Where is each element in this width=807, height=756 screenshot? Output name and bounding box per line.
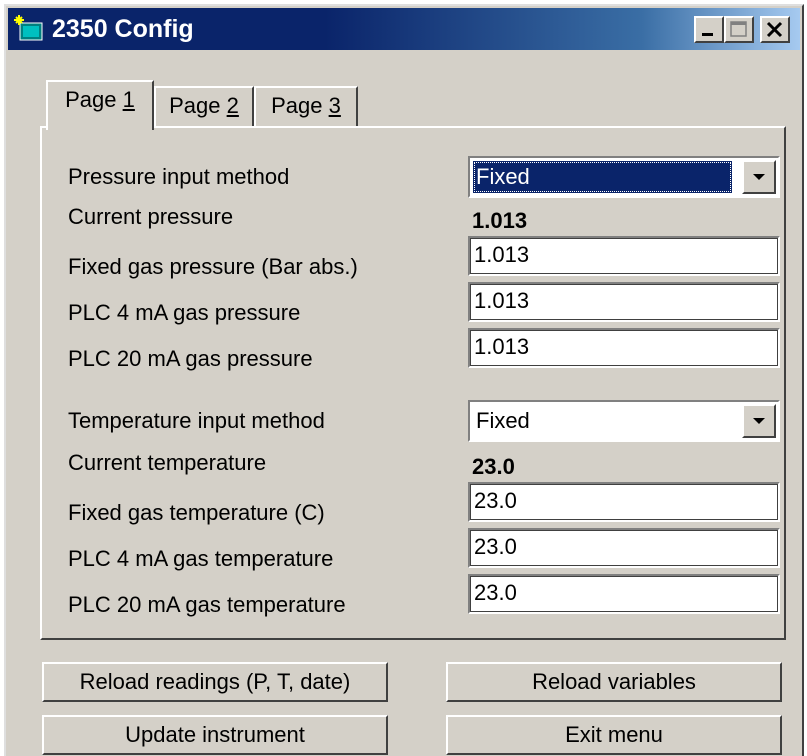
- window-title: 2350 Config: [52, 15, 194, 43]
- minimize-icon: [702, 33, 713, 36]
- tab-page-1[interactable]: Page 1: [46, 80, 154, 130]
- exit-menu-button[interactable]: Exit menu: [446, 715, 782, 755]
- tab-page-2[interactable]: Page 2: [154, 86, 254, 128]
- close-icon: [766, 21, 783, 38]
- app-icon: [14, 15, 44, 43]
- tab-panel: [40, 126, 786, 640]
- tab-page-2-key: 2: [226, 93, 239, 118]
- tab-page-3[interactable]: Page 3: [254, 86, 358, 128]
- close-button[interactable]: [760, 16, 790, 43]
- update-instrument-button[interactable]: Update instrument: [42, 715, 388, 755]
- reload-variables-button[interactable]: Reload variables: [446, 662, 782, 702]
- maximize-button[interactable]: [724, 16, 754, 43]
- reload-readings-button[interactable]: Reload readings (P, T, date): [42, 662, 388, 702]
- title-bar[interactable]: 2350 Config: [8, 8, 800, 50]
- tab-page-1-key: 1: [122, 87, 135, 112]
- minimize-button[interactable]: [694, 16, 724, 43]
- tab-page-2-label: Page: [169, 93, 227, 118]
- tab-page-3-key: 3: [328, 93, 341, 118]
- tab-page-3-label: Page: [271, 93, 329, 118]
- config-window: 2350 Config Page 1 Page 2 Page 3 Pressur…: [4, 4, 804, 756]
- tab-page-1-label: Page: [65, 87, 123, 112]
- maximize-icon: [730, 21, 747, 37]
